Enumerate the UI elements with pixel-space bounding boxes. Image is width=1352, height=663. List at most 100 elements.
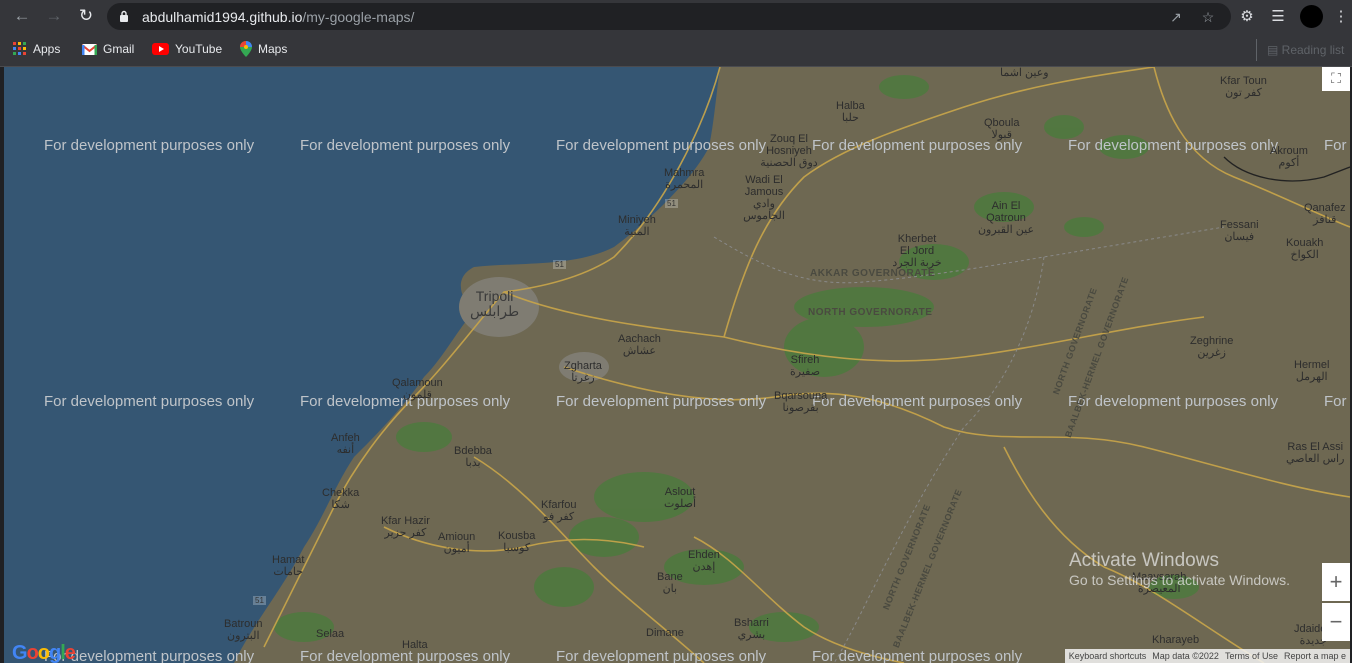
place-name-en: Qboula <box>984 117 1020 129</box>
place-name-ar: المنية <box>624 226 650 238</box>
place-name-ar: صفيرة <box>790 366 821 378</box>
place-name-ar: أصلوت <box>664 498 697 510</box>
reload-icon[interactable]: ↻ <box>74 5 98 27</box>
bookmark-gmail[interactable]: Gmail <box>82 40 134 58</box>
place-bdebba: Bdebba بدبا <box>454 445 492 469</box>
keyboard-shortcuts-link[interactable]: Keyboard shortcuts <box>1069 649 1147 663</box>
url-text: abdulhamid1994.github.io/my-google-maps/ <box>142 9 415 25</box>
place-name-ar: قنافز <box>1313 214 1337 226</box>
place-name-en: Qalamoun <box>392 377 443 389</box>
place-name-en: Zouq El Hosniyeh <box>766 133 812 157</box>
place-name-en: Ain El Qatroun <box>986 200 1026 224</box>
lock-icon <box>120 10 128 22</box>
bookmark-youtube[interactable]: YouTube <box>152 40 222 58</box>
place-name-ar: راس العاصي <box>1286 453 1345 465</box>
share-icon[interactable]: ↗ <box>1167 8 1185 26</box>
dev-watermark: For development purposes only <box>556 393 767 410</box>
place-hermel: Hermel الهرمل <box>1294 359 1329 383</box>
forward-arrow-icon[interactable]: → <box>42 5 66 27</box>
place-hamat: Hamat حامات <box>272 554 304 578</box>
place-ainelqatroun: Ain El Qatroun عين القبرون <box>976 200 1036 236</box>
place-kherbet: Kherbet El Jord خربة الجرد <box>892 233 942 269</box>
place-name-ar: أميون <box>443 543 470 555</box>
media-queue-icon[interactable]: ☰ <box>1267 6 1289 28</box>
bookmark-maps[interactable]: Maps <box>240 40 287 58</box>
dev-watermark: For development purposes only <box>812 648 1023 663</box>
place-name-ar: قلمون <box>402 389 432 401</box>
extensions-puzzle-icon[interactable]: ⚙ <box>1236 6 1258 28</box>
place-label: وعين اشما <box>1000 67 1049 79</box>
place-name-ar: بان <box>662 583 678 595</box>
dev-watermark: For development purposes only <box>812 393 1023 410</box>
place-name-en: Miniyeh <box>618 214 656 226</box>
place-name-ar: المحمرة <box>665 179 704 191</box>
profile-avatar[interactable] <box>1300 5 1323 28</box>
place-ehden: Ehden إهدن <box>688 549 720 573</box>
place-aachach: Aachach عشاش <box>618 333 661 357</box>
place-name-en: Bqarsouna <box>774 390 828 402</box>
bookmark-label: YouTube <box>175 42 223 56</box>
place-batroun: Batroun البترون <box>224 618 263 642</box>
dev-watermark: For development purposes only <box>1068 393 1279 410</box>
place-name-ar: كفر فو <box>543 511 575 523</box>
place-halba: Halba حلبا <box>836 100 865 124</box>
activate-windows-title: Activate Windows <box>1069 550 1219 571</box>
dev-watermark: For development purposes only <box>1068 137 1279 154</box>
place-name-en: Kfar Hazir <box>381 515 430 527</box>
place-sfireh: Sfireh صفيرة <box>790 354 820 378</box>
place-name-ar: أنفه <box>336 444 355 456</box>
place-name-ar: كفر تون <box>1225 87 1262 99</box>
place-name-ar: بقرصونا <box>782 402 819 414</box>
place-kharayeb: Kharayeb <box>1152 634 1200 646</box>
back-arrow-icon[interactable]: ← <box>10 5 34 27</box>
bookmark-star-icon[interactable]: ☆ <box>1199 8 1217 26</box>
bookmark-label: Maps <box>258 42 288 56</box>
report-error-link[interactable]: Report a map e <box>1284 649 1346 663</box>
map-attribution: Keyboard shortcuts Map data ©2022 Terms … <box>1064 649 1350 663</box>
dev-watermark: For development purposes only <box>44 648 255 663</box>
place-bqarsouna: Bqarsouna بقرصونا <box>774 390 827 414</box>
place-kfartoun: Kfar Toun كفر تون <box>1220 75 1267 99</box>
menu-kebab-icon[interactable]: ⋮ <box>1330 6 1352 28</box>
place-kfarhazir: Kfar Hazir كفر حزير <box>381 515 430 539</box>
apps-grid-icon <box>13 42 26 55</box>
place-name-en: Ehden <box>688 549 720 561</box>
place-name-ar: الهرمل <box>1295 371 1328 383</box>
google-logo[interactable]: Google <box>12 642 76 663</box>
dev-watermark: For development purposes only <box>1324 137 1350 154</box>
place-name-en: Bdebba <box>454 445 492 457</box>
place-name-en: Anfeh <box>331 432 360 444</box>
place-qboula: Qboula قبولا <box>984 117 1019 141</box>
place-name-en: Aslout <box>664 486 696 498</box>
place-name-ar: عين القبرون <box>977 224 1035 236</box>
place-qalamoun: Qalamoun قلمون <box>392 377 443 401</box>
governorate-akkar: AKKAR GOVERNORATE <box>810 268 935 279</box>
place-name-ar: فيسان <box>1224 231 1255 243</box>
place-name-en: Kherbet El Jord <box>897 233 937 257</box>
address-bar[interactable]: abdulhamid1994.github.io/my-google-maps/… <box>107 3 1231 30</box>
place-name-en: Hermel <box>1294 359 1330 371</box>
place-bsharri: Bsharri بشري <box>734 617 769 641</box>
place-name-en: Fessani <box>1220 219 1259 231</box>
place-name-en: Mahmra <box>664 167 705 179</box>
bookmark-apps[interactable]: Apps <box>13 40 60 58</box>
place-selaa: Selaa <box>316 628 345 640</box>
place-name-ar: شكا <box>331 499 350 511</box>
browser-toolbar: ← → ↻ abdulhamid1994.github.io/my-google… <box>0 0 1352 33</box>
place-miniyeh: Miniyeh المنية <box>618 214 656 238</box>
route-shield: 51 <box>665 199 678 208</box>
place-name-ar: زغرين <box>1197 347 1226 359</box>
fullscreen-icon[interactable]: ⛶ <box>1322 67 1350 91</box>
place-name-en: Halba <box>836 100 865 112</box>
place-name-en: Kfar Toun <box>1220 75 1267 87</box>
place-fessani: Fessani فيسان <box>1220 219 1259 243</box>
place-name-ar: حلبا <box>841 112 859 124</box>
reading-list-label: Reading list <box>1281 43 1345 57</box>
zoom-in-icon[interactable]: + <box>1322 563 1350 601</box>
place-qanafez: Qanafez قنافز <box>1304 202 1346 226</box>
place-name-ar: حامات <box>273 566 304 578</box>
reading-list-button[interactable]: ▤ Reading list <box>1256 39 1352 61</box>
place-name-ar: بدبا <box>465 457 481 469</box>
terms-link[interactable]: Terms of Use <box>1225 649 1278 663</box>
zoom-out-icon[interactable]: − <box>1322 603 1350 641</box>
